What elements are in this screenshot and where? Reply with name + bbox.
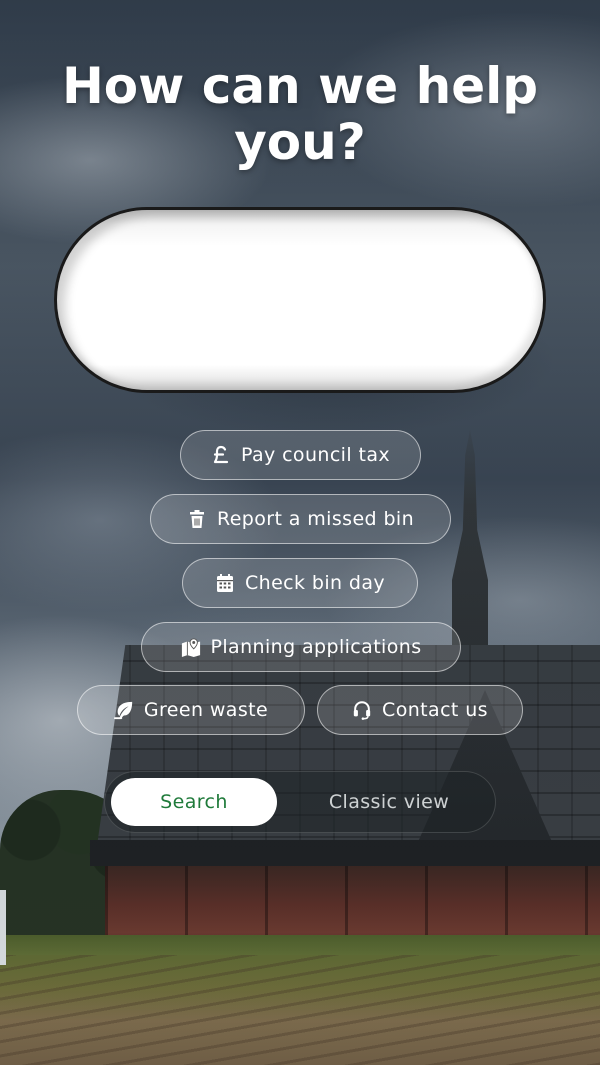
contact-us-button[interactable]: Contact us [317,685,523,735]
page-title: How can we help you? [61,57,539,171]
chip-label: Green waste [143,699,269,721]
search-view-button[interactable]: Search [111,778,277,826]
search-input[interactable] [97,270,511,332]
trash-icon [187,509,207,529]
chip-label: Pay council tax [240,444,391,466]
chip-label: Planning applications [210,636,422,658]
search-field[interactable] [54,207,546,393]
chip-label: Contact us [382,699,488,721]
calendar-icon [215,573,235,593]
pay-council-tax-button[interactable]: Pay council tax [180,430,421,480]
planning-applications-button[interactable]: Planning applications [141,622,461,672]
check-bin-day-button[interactable]: Check bin day [182,558,418,608]
pound-icon [211,445,231,465]
map-pin-icon [181,637,201,657]
headset-icon [352,700,372,720]
chip-label: Report a missed bin [216,508,415,530]
report-missed-bin-button[interactable]: Report a missed bin [150,494,451,544]
green-waste-button[interactable]: Green waste [77,685,305,735]
classic-view-button[interactable]: Classic view [289,778,489,826]
chip-label: Check bin day [244,572,386,594]
leaf-icon [113,700,134,720]
view-toggle: Search Classic view [104,771,496,833]
